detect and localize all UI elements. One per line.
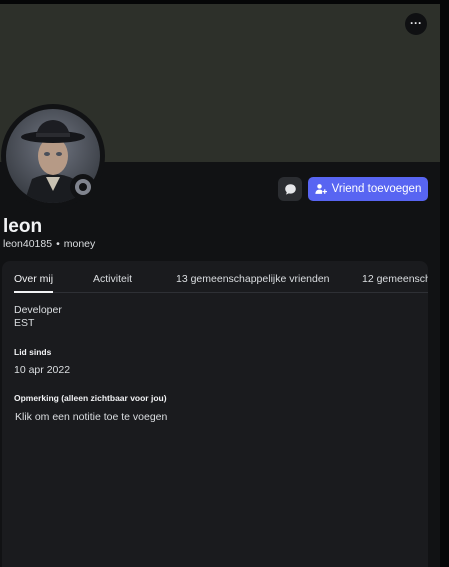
username-row: leon40185 • money: [3, 238, 95, 250]
separator: •: [56, 238, 60, 250]
profile-details-panel: Over mij Activiteit 13 gemeenschappelijk…: [2, 261, 428, 567]
tab-about-me[interactable]: Over mij: [14, 273, 54, 293]
more-options-button[interactable]: ···: [405, 13, 427, 35]
ellipsis-icon: ···: [410, 16, 422, 30]
tab-mutual-servers[interactable]: 12 gemeenscha: [362, 273, 428, 285]
profile-tabs: Over mij Activiteit 13 gemeenschappelijk…: [14, 270, 428, 293]
tab-mutual-friends[interactable]: 13 gemeenschappelijke vrienden: [176, 273, 330, 285]
add-friend-label: Vriend toevoegen: [331, 183, 422, 195]
bio-line-2: EST: [14, 317, 35, 329]
note-input[interactable]: Klik om een notitie toe te voegen: [15, 411, 167, 423]
right-edge: [440, 0, 449, 567]
message-button[interactable]: [278, 177, 302, 201]
username[interactable]: leon40185: [3, 238, 52, 250]
bio-line-1: Developer: [14, 304, 62, 316]
member-since-heading: Lid sinds: [14, 347, 52, 357]
display-name: leon: [3, 216, 43, 237]
chat-bubble-icon: [284, 183, 296, 195]
note-heading: Opmerking (alleen zichtbaar voor jou): [14, 393, 167, 403]
tab-activity[interactable]: Activiteit: [93, 273, 132, 285]
offline-status-icon: [75, 179, 91, 195]
member-since-date: 10 apr 2022: [14, 364, 71, 376]
add-friend-button[interactable]: Vriend toevoegen: [308, 177, 428, 201]
pronouns: money: [63, 238, 96, 250]
add-user-icon: [315, 184, 327, 194]
